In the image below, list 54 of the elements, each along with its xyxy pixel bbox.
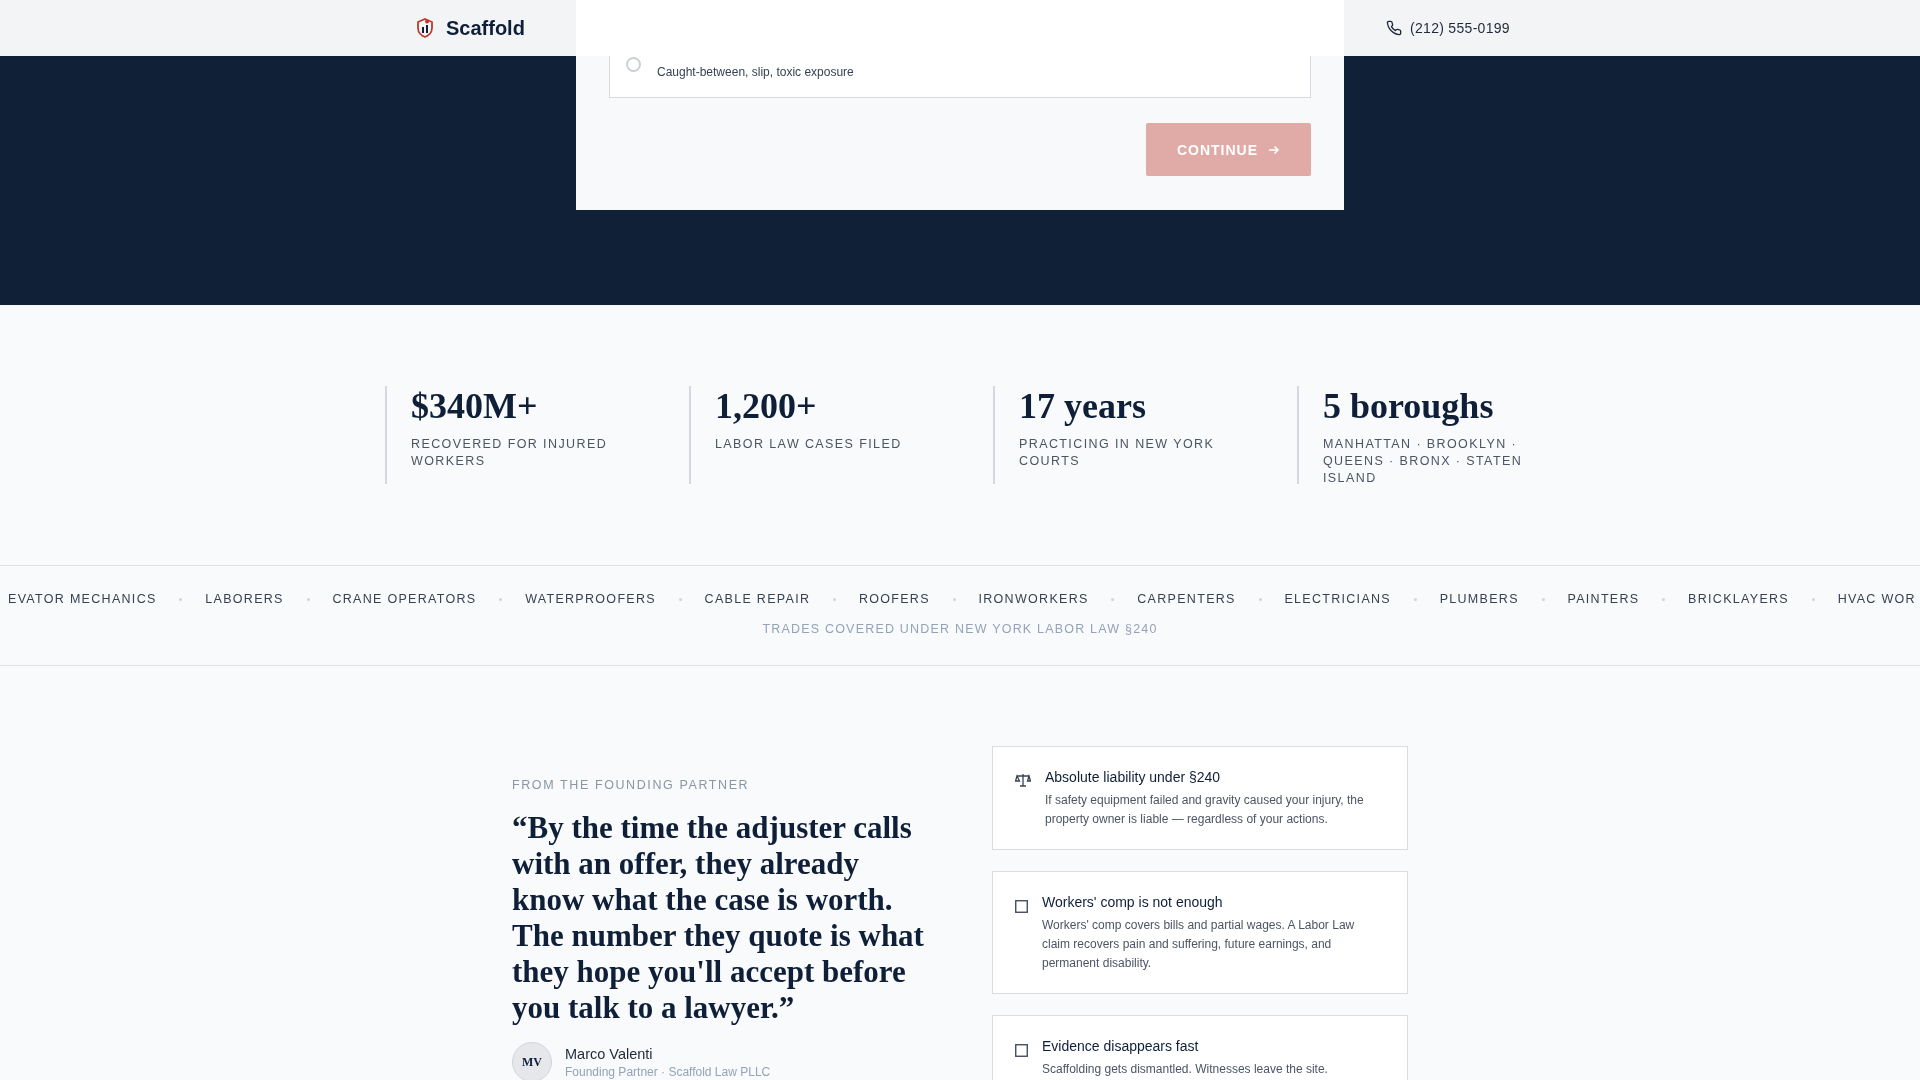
separator-dot [1662, 597, 1666, 601]
separator-dot [306, 597, 310, 601]
stat-value: 5 boroughs [1323, 386, 1495, 426]
stat-label: RECOVERED FOR INJURED WORKERS [411, 436, 609, 470]
separator-dot [678, 597, 682, 601]
square-icon [1015, 1044, 1028, 1057]
trade-label: IRONWORKERS [978, 592, 1089, 606]
shield-logo-icon [416, 18, 434, 38]
stat-value: 1,200+ [715, 386, 818, 426]
phone-number[interactable]: (212) 555-0199 [1410, 20, 1510, 36]
quote-text: “By the time the adjuster calls with an offer, they already know what the case is worth. The number they quote is what they hope you'll accept before you talk to a lawyer.” [512, 810, 925, 1026]
author-role: Founding Partner · Scaffold Law PLLC [565, 1065, 771, 1079]
author-name: Marco Valenti [565, 1046, 654, 1062]
phone-icon [1386, 20, 1402, 36]
trade-label: EVATOR MECHANICS [8, 592, 157, 606]
separator-dot [1811, 597, 1815, 601]
separator-dot [833, 597, 837, 601]
eyebrow-label: FROM THE FOUNDING PARTNER [512, 778, 751, 792]
reason-text: Workers' comp covers bills and partial wages. A Labor Law claim recovers pain and suffering, future earnings, and permanent disability. [1042, 917, 1356, 972]
stat-label: MANHATTAN · BROOKLYN · QUEENS · BRONX · STATEN ISLAND [1323, 436, 1524, 487]
separator-dot [1541, 597, 1545, 601]
trade-label: HVAC WOR [1837, 592, 1916, 606]
trade-label: PLUMBERS [1439, 592, 1519, 606]
stat-value: 17 years [1019, 386, 1147, 426]
scales-icon [1015, 773, 1031, 787]
option-subtitle: Caught-between, slip, toxic exposure [657, 65, 854, 81]
separator-dot [1258, 597, 1262, 601]
separator-dot [1111, 597, 1115, 601]
trade-label: ROOFERS [858, 592, 930, 606]
trade-label: CRANE OPERATORS [332, 592, 477, 606]
trade-label: WATERPROOFERS [525, 592, 656, 606]
trades-caption: TRADES COVERED UNDER NEW YORK LABOR LAW §240 [761, 622, 1159, 636]
square-icon [1015, 900, 1028, 913]
avatar-initials: MV [512, 1042, 552, 1080]
reason-title: Evidence disappears fast [1042, 1038, 1200, 1054]
reason-text: Scaffolding gets dismantled. Witnesses leave the site. [1042, 1061, 1328, 1078]
separator-dot [179, 597, 183, 601]
arrow-right-icon [1268, 143, 1281, 156]
separator-dot [952, 597, 956, 601]
stat-label: LABOR LAW CASES FILED [715, 436, 903, 453]
trade-label: LABORERS [205, 592, 284, 606]
reason-title: Workers' comp is not enough [1042, 894, 1224, 910]
trade-label: ELECTRICIANS [1284, 592, 1391, 606]
reason-text: If safety equipment failed and gravity caused your injury, the property owner is liable — regardless of your actions. [1045, 792, 1365, 828]
separator-dot [1413, 597, 1417, 601]
trade-label: BRICKLAYERS [1688, 592, 1789, 606]
stat-label: PRACTICING IN NEW YORK COURTS [1019, 436, 1216, 470]
reason-title: Absolute liability under §240 [1045, 769, 1222, 785]
trade-label: CABLE REPAIR [704, 592, 811, 606]
stat-value: $340M+ [411, 386, 539, 426]
trade-label: CARPENTERS [1137, 592, 1236, 606]
brand-name[interactable]: Scaffold [446, 16, 525, 40]
separator-dot [499, 597, 503, 601]
trade-label: PAINTERS [1567, 592, 1640, 606]
